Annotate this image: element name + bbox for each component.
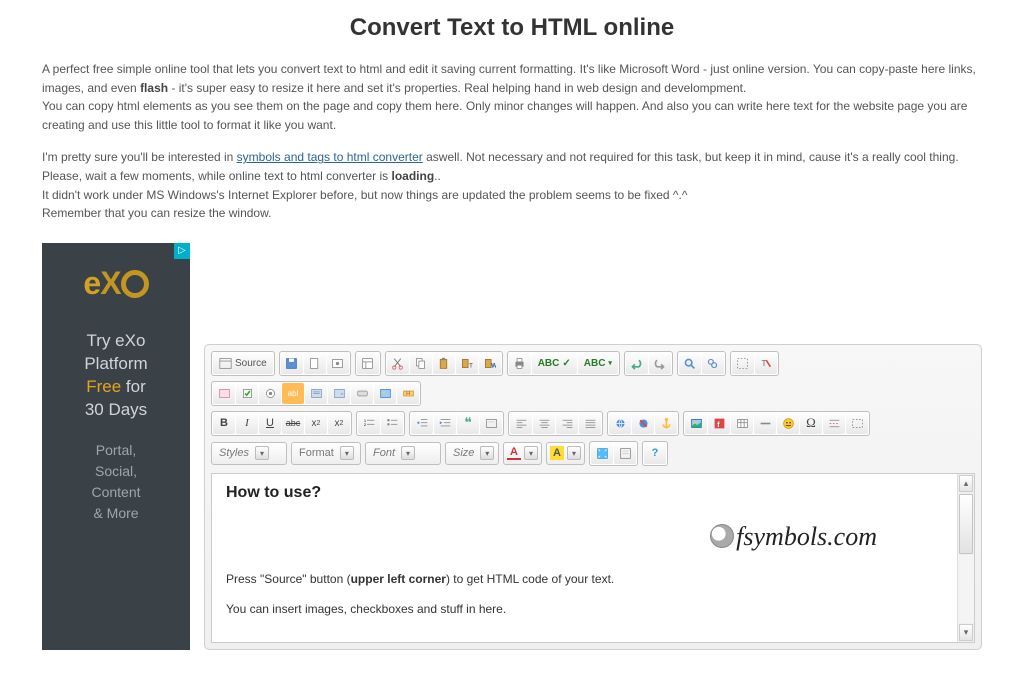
intro-text: I'm pretty sure you'll be interested in — [42, 150, 237, 164]
intro-text: It didn't work under MS Windows's Intern… — [42, 188, 688, 202]
textarea-button[interactable] — [305, 383, 327, 404]
outdent-button[interactable] — [411, 413, 433, 434]
spellcheck-button[interactable]: ABC✓ — [532, 353, 577, 374]
scroll-up-button[interactable]: ▴ — [959, 475, 973, 492]
svg-text:H: H — [406, 391, 410, 397]
form-button[interactable] — [213, 383, 235, 404]
replace-button[interactable] — [702, 353, 724, 374]
showblocks-button[interactable] — [614, 443, 636, 464]
button-field-button[interactable] — [351, 383, 373, 404]
bold-button[interactable]: B — [213, 413, 235, 434]
print-button[interactable] — [509, 353, 531, 374]
flash-bold: flash — [140, 81, 168, 95]
styles-combo[interactable]: Styles▾ — [211, 442, 287, 465]
intro-text: .. — [434, 169, 441, 183]
numbered-list-button[interactable]: 12 — [358, 413, 380, 434]
anchor-button[interactable] — [655, 413, 677, 434]
table-button[interactable] — [731, 413, 753, 434]
loading-bold: loading — [391, 169, 434, 183]
specialchar-button[interactable]: Ω — [800, 413, 822, 434]
align-center-button[interactable] — [533, 413, 555, 434]
textfield-button[interactable]: abl — [282, 383, 304, 404]
symbols-converter-link[interactable]: symbols and tags to html converter — [237, 150, 423, 164]
hiddenfield-button[interactable]: H — [397, 383, 419, 404]
font-combo[interactable]: Font▾ — [365, 442, 441, 465]
image-button[interactable] — [685, 413, 707, 434]
strike-button[interactable]: abc — [282, 413, 304, 434]
textcolor-button[interactable]: A▾ — [503, 442, 542, 465]
blockquote-button[interactable]: ❝ — [457, 413, 479, 434]
content-heading: How to use? — [226, 484, 943, 502]
templates-button[interactable] — [357, 353, 379, 374]
intro-text: aswell. Not necessary and not required f… — [423, 150, 959, 164]
scayt-button[interactable]: ABC▾ — [578, 353, 618, 374]
remove-format-button[interactable]: T — [755, 353, 777, 374]
format-combo[interactable]: Format▾ — [291, 442, 361, 465]
superscript-button[interactable]: x2 — [328, 413, 350, 434]
cut-button[interactable] — [387, 353, 409, 374]
underline-button[interactable]: U — [259, 413, 281, 434]
iframe-button[interactable] — [846, 413, 868, 434]
hr-button[interactable] — [754, 413, 776, 434]
radio-button[interactable] — [259, 383, 281, 404]
adchoices-icon[interactable]: ▷ — [174, 243, 190, 259]
find-button[interactable] — [679, 353, 701, 374]
select-all-button[interactable] — [732, 353, 754, 374]
undo-button[interactable] — [626, 353, 648, 374]
editor-toolbar: Source T W — [205, 345, 981, 471]
scroll-down-button[interactable]: ▾ — [959, 624, 973, 641]
link-button[interactable] — [609, 413, 631, 434]
intro-text: - it's super easy to resize it here and … — [168, 81, 746, 95]
align-left-button[interactable] — [510, 413, 532, 434]
pagebreak-button[interactable] — [823, 413, 845, 434]
paste-button[interactable] — [433, 353, 455, 374]
align-right-button[interactable] — [556, 413, 578, 434]
ad-logo: eX — [50, 265, 182, 302]
intro-text: Remember that you can resize the window. — [42, 206, 271, 220]
subscript-button[interactable]: x2 — [305, 413, 327, 434]
italic-button[interactable]: I — [236, 413, 258, 434]
editor-canvas[interactable]: How to use? fsymbols.com Press "Source" … — [211, 473, 975, 643]
paste-text-button[interactable]: T — [456, 353, 478, 374]
bullet-list-button[interactable] — [381, 413, 403, 434]
scroll-thumb[interactable] — [959, 494, 973, 554]
sidebar-ad[interactable]: ▷ eX Try eXo Platform Free for 30 Days P… — [42, 243, 190, 650]
align-justify-button[interactable] — [579, 413, 601, 434]
save-button[interactable] — [281, 353, 303, 374]
content-paragraph: You can insert images, checkboxes and st… — [226, 602, 943, 616]
new-page-button[interactable] — [304, 353, 326, 374]
svg-text:W: W — [491, 362, 496, 369]
intro-text: Please, wait a few moments, while online… — [42, 169, 391, 183]
smiley-button[interactable] — [777, 413, 799, 434]
watermark-logo: fsymbols.com — [710, 522, 877, 552]
ad-subtext: Portal, Social, Content & More — [50, 440, 182, 524]
redo-button[interactable] — [649, 353, 671, 374]
size-combo[interactable]: Size▾ — [445, 442, 499, 465]
paste-word-button[interactable]: W — [479, 353, 501, 374]
copy-button[interactable] — [410, 353, 432, 374]
source-button[interactable]: Source — [213, 353, 273, 374]
html-editor: Source T W — [204, 344, 982, 650]
imagebutton-button[interactable] — [374, 383, 396, 404]
unlink-button[interactable] — [632, 413, 654, 434]
content-paragraph: Press "Source" button (upper left corner… — [226, 572, 943, 586]
flash-button[interactable]: f — [708, 413, 730, 434]
indent-button[interactable] — [434, 413, 456, 434]
about-button[interactable]: ? — [644, 443, 666, 464]
svg-text:T: T — [469, 362, 473, 369]
ad-headline: Try eXo Platform Free for 30 Days — [50, 330, 182, 422]
editor-scrollbar[interactable]: ▴ ▾ — [957, 474, 974, 642]
select-button[interactable] — [328, 383, 350, 404]
intro-text: You can copy html elements as you see th… — [42, 99, 967, 132]
intro-content: A perfect free simple online tool that l… — [0, 60, 1024, 223]
checkbox-button[interactable] — [236, 383, 258, 404]
maximize-button[interactable] — [591, 443, 613, 464]
bgcolor-button[interactable]: A▾ — [546, 442, 585, 465]
svg-text:2: 2 — [363, 422, 366, 427]
page-title: Convert Text to HTML online — [0, 14, 1024, 42]
div-button[interactable] — [480, 413, 502, 434]
preview-button[interactable] — [327, 353, 349, 374]
svg-text:T: T — [762, 359, 767, 368]
